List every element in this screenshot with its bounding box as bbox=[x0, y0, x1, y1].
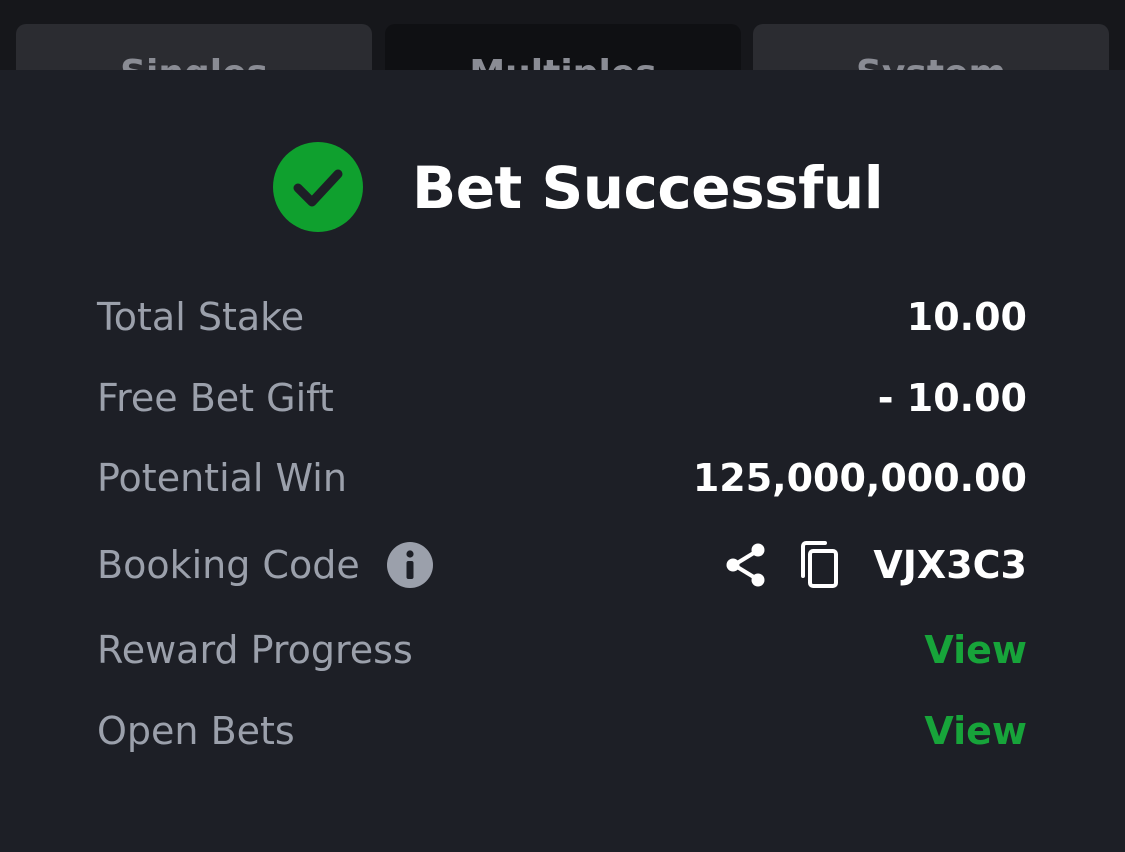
check-circle-icon bbox=[273, 142, 363, 232]
success-header: Bet Successful bbox=[0, 142, 1125, 232]
page-title: Bet Successful bbox=[412, 154, 884, 222]
booking-code-row: Booking Code VJX3C3 bbox=[97, 535, 1027, 595]
reward-progress-view-link[interactable]: View bbox=[924, 620, 1027, 680]
potential-win-value: 125,000,000.00 bbox=[692, 456, 1027, 500]
free-bet-gift-row: Free Bet Gift - 10.00 bbox=[97, 368, 1027, 428]
open-bets-label: Open Bets bbox=[97, 709, 295, 753]
copy-icon[interactable] bbox=[797, 540, 841, 590]
potential-win-row: Potential Win 125,000,000.00 bbox=[97, 448, 1027, 508]
open-bets-row: Open Bets View bbox=[97, 701, 1027, 761]
bet-success-sheet: Bet Successful Total Stake 10.00 Free Be… bbox=[0, 70, 1125, 852]
reward-progress-label: Reward Progress bbox=[97, 628, 413, 672]
bet-confirmation-screen: Singles Multiples System Bet Successful … bbox=[0, 0, 1125, 852]
info-icon[interactable] bbox=[387, 542, 433, 588]
total-stake-value: 10.00 bbox=[906, 295, 1027, 339]
booking-code-value[interactable]: VJX3C3 bbox=[873, 535, 1027, 595]
total-stake-label: Total Stake bbox=[97, 295, 305, 339]
share-icon[interactable] bbox=[723, 542, 769, 588]
free-bet-gift-label: Free Bet Gift bbox=[97, 376, 334, 420]
open-bets-view-link[interactable]: View bbox=[924, 701, 1027, 761]
potential-win-label: Potential Win bbox=[97, 456, 347, 500]
free-bet-gift-value: - 10.00 bbox=[877, 376, 1027, 420]
total-stake-row: Total Stake 10.00 bbox=[97, 287, 1027, 347]
booking-code-label: Booking Code bbox=[97, 543, 360, 587]
reward-progress-row: Reward Progress View bbox=[97, 620, 1027, 680]
